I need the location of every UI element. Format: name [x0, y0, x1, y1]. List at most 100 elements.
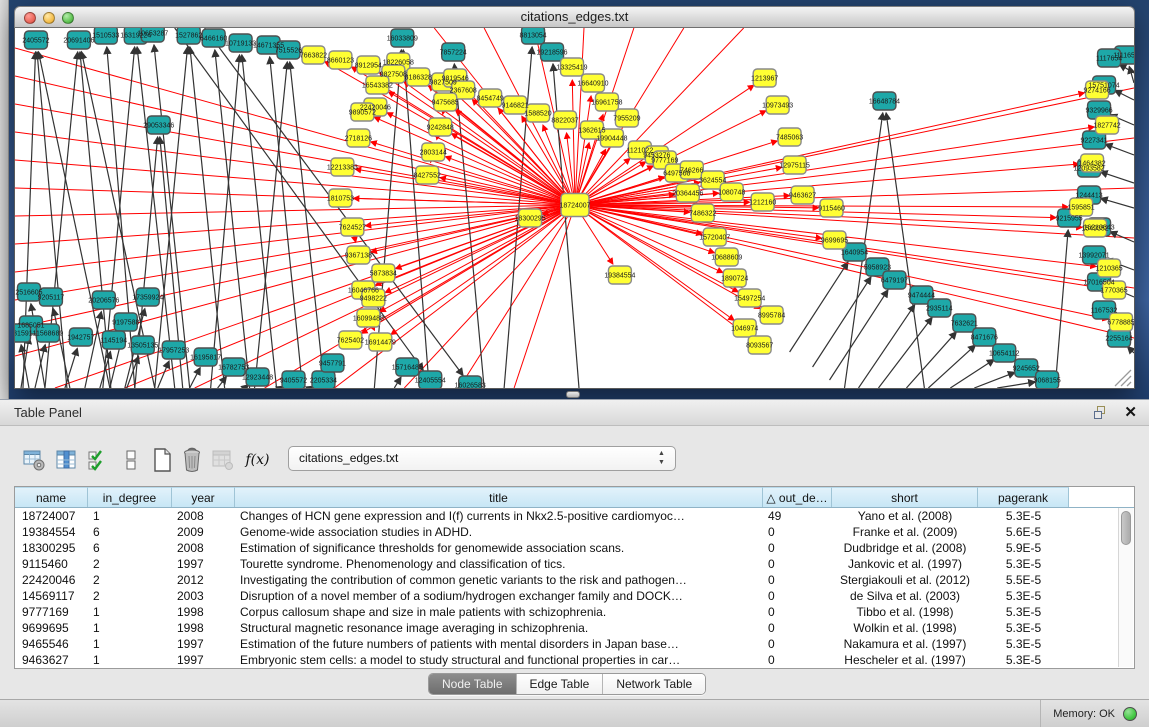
node-label: 1117654 [1096, 55, 1122, 62]
table-cell: 2 [88, 572, 172, 588]
table-cell: 0 [763, 572, 832, 588]
node-label: 13992071 [1079, 252, 1110, 259]
column-header[interactable]: △ out_de… [763, 487, 832, 507]
table-cell: 1998 [172, 620, 235, 636]
memory-ok-icon[interactable] [1123, 707, 1137, 721]
node-label: 2405572 [22, 37, 49, 44]
table-row[interactable]: 946362711997Embryonic stem cells: a mode… [15, 652, 1134, 668]
canvas-resize-grip-icon[interactable] [1127, 382, 1131, 386]
table-cell: 5.9E-5 [978, 540, 1069, 556]
table-cell: 2003 [172, 588, 235, 604]
table-row[interactable]: 1830029562008Estimation of significance … [15, 540, 1134, 556]
stacked-squares-icon [123, 448, 139, 472]
table-cell: Changes of HCN gene expression and I(f) … [235, 508, 763, 524]
table-cell: 0 [763, 652, 832, 668]
node-label: 8660123 [327, 57, 354, 64]
node-label: 1588520 [524, 110, 551, 117]
node-label: 9890572 [349, 109, 376, 116]
tab-edge-table[interactable]: Edge Table [516, 674, 603, 694]
node-label: 7857224 [440, 49, 467, 56]
table-cell: 0 [763, 636, 832, 652]
node-label: 3931591 [15, 330, 33, 337]
close-panel-icon[interactable]: ✕ [1124, 403, 1137, 421]
window-titlebar[interactable]: citations_edges.txt [14, 6, 1135, 28]
table-panel-header: Table Panel ✕ [0, 399, 1149, 426]
node-label: 9777169 [651, 157, 678, 164]
zoom-window-icon[interactable] [62, 12, 74, 24]
table-row[interactable]: 1456911722003Disruption of a novel membe… [15, 588, 1134, 604]
node-label: 12213383 [327, 164, 358, 171]
table-header-row: namein_degreeyeartitle△ out_de…shortpage… [15, 487, 1134, 508]
splitter-handle[interactable] [566, 391, 580, 398]
table-cell: 0 [763, 540, 832, 556]
column-header[interactable]: title [235, 487, 763, 507]
select-all-button[interactable] [84, 446, 111, 473]
show-columns-button[interactable] [52, 446, 79, 473]
table-row[interactable]: 2242004622012Investigating the contribut… [15, 572, 1134, 588]
table-cell: 2 [88, 588, 172, 604]
node-label: 1890724 [721, 275, 748, 282]
import-table-button[interactable] [208, 446, 235, 473]
table-cell: 5.3E-5 [978, 604, 1069, 620]
float-panel-icon[interactable] [1094, 406, 1109, 421]
table-row[interactable]: 946554611997Estimation of the future num… [15, 636, 1134, 652]
table-cell: 5.5E-5 [978, 572, 1069, 588]
tab-node-table[interactable]: Node Table [429, 674, 516, 694]
table-gear-icon [22, 448, 46, 472]
node-label: 8822037 [551, 117, 578, 124]
table-cell: Corpus callosum shape and size in male p… [235, 604, 763, 620]
new-column-button[interactable] [148, 446, 175, 473]
column-header[interactable]: name [15, 487, 88, 507]
scrollbar-thumb[interactable] [1121, 511, 1131, 545]
checklist-icon [87, 448, 109, 472]
node-label: 15497254 [734, 295, 765, 302]
network-canvas[interactable]: 2405572206914061510533163192241065328715… [15, 28, 1134, 388]
node-label: 9242848 [427, 124, 454, 131]
table-row[interactable]: 1938455462009Genome-wide association stu… [15, 524, 1134, 540]
node-label: 16640910 [577, 80, 608, 87]
column-header[interactable]: in_degree [88, 487, 172, 507]
close-window-icon[interactable] [24, 12, 36, 24]
node-label: 9274166 [1083, 87, 1110, 94]
table-cell: 5.3E-5 [978, 588, 1069, 604]
table-cell: 0 [763, 620, 832, 636]
node-label: 10653287 [137, 30, 168, 37]
table-row[interactable]: 1872400712008Changes of HCN gene express… [15, 508, 1134, 524]
table-cell: 18300295 [15, 540, 88, 556]
table-cell: Tourette syndrome. Phenomenology and cla… [235, 556, 763, 572]
node-label: 1510533 [92, 32, 119, 39]
vertical-scrollbar[interactable] [1118, 508, 1133, 667]
clear-selection-button[interactable] [117, 446, 144, 473]
column-header[interactable]: pagerank [978, 487, 1069, 507]
table-cell: 0 [763, 588, 832, 604]
table-mode-tabs: Node Table Edge Table Network Table [428, 673, 706, 695]
table-row[interactable]: 977716911998Corpus callosum shape and si… [15, 604, 1134, 620]
table-row[interactable]: 969969511998Structural magnetic resonanc… [15, 620, 1134, 636]
table-cell: 2012 [172, 572, 235, 588]
function-builder-button[interactable]: f(x) [244, 446, 271, 473]
node-label: 9463627 [789, 192, 816, 199]
table-cell: Estimation of the future numbers of pati… [235, 636, 763, 652]
column-header[interactable]: short [832, 487, 978, 507]
column-settings-button[interactable] [20, 446, 47, 473]
canvas-resize-grip-icon[interactable] [1121, 376, 1131, 386]
node-label: 746266 [680, 167, 703, 174]
node-label: 16782753 [218, 364, 249, 371]
node-label: 10654112 [989, 350, 1020, 357]
node-label: 16026583 [455, 382, 486, 388]
tab-network-table[interactable]: Network Table [602, 674, 705, 694]
table-body: 1872400712008Changes of HCN gene express… [15, 508, 1134, 668]
table-row[interactable]: 911546021997Tourette syndrome. Phenomeno… [15, 556, 1134, 572]
node-label: 7515526 [275, 47, 302, 54]
node-label: 9146821 [502, 102, 529, 109]
node-label: 9245652 [1013, 365, 1040, 372]
minimize-window-icon[interactable] [43, 12, 55, 24]
table-panel-body: f(x) citations_edges.txt ▲▼ namein_degre… [0, 426, 1149, 699]
status-bar: Memory: OK [0, 699, 1149, 727]
delete-column-button[interactable] [178, 446, 205, 473]
node-label: 1827742 [1093, 122, 1120, 129]
node-label: 16046766 [348, 287, 379, 294]
table-select-dropdown[interactable]: citations_edges.txt ▲▼ [288, 446, 676, 471]
column-header[interactable]: year [172, 487, 235, 507]
node-label: 1810753 [327, 195, 354, 202]
